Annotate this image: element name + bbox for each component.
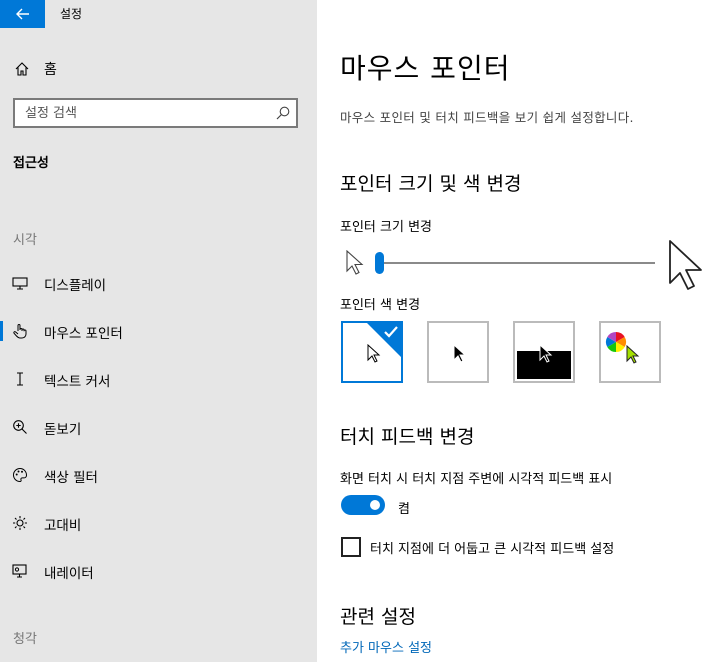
sidebar-item-label: 내레이터 [44,566,94,582]
pointer-size-label: 포인터 크기 변경 [340,220,432,235]
black-cursor-icon [453,344,467,363]
sidebar-item-label: 색상 필터 [44,470,98,486]
color-wheel-icon [605,331,627,353]
group-label-vision: 시각 [13,233,37,248]
group-label-hearing: 청각 [13,632,37,647]
toggle-knob [370,500,380,510]
inverted-cursor-icon [539,344,553,363]
back-arrow-icon [15,8,29,20]
page-title: 마우스 포인터 [340,52,511,85]
sidebar-item-high-contrast[interactable]: 고대비 [0,506,317,540]
search-box[interactable] [13,98,298,128]
narrator-icon [12,564,27,578]
toggle-state-label: 켬 [398,502,410,517]
additional-mouse-settings-link[interactable]: 추가 마우스 설정 [340,637,432,656]
sidebar-item-label: 돋보기 [44,422,82,438]
sidebar-item-label: 디스플레이 [44,278,107,294]
pointer-color-black[interactable] [427,321,489,383]
lime-cursor-icon [626,345,640,364]
sidebar-item-narrator[interactable]: 내레이터 [0,554,317,588]
search-input[interactable] [15,100,275,126]
magnifier-icon [13,420,27,434]
brightness-icon [13,516,27,530]
sidebar-item-mouse-pointer[interactable]: 마우스 포인터 [0,314,317,348]
large-cursor-icon [669,240,702,290]
pointer-section-heading: 포인터 크기 및 색 변경 [340,173,522,195]
sidebar-item-label: 고대비 [44,518,82,534]
app-title: 설정 [60,7,83,21]
monitor-icon [12,277,28,290]
sidebar-item-magnifier[interactable]: 돋보기 [0,410,317,444]
small-cursor-icon [346,250,364,275]
sidebar-item-label: 텍스트 커서 [44,374,111,390]
pointer-color-inverted[interactable] [513,321,575,383]
palette-icon [13,467,28,483]
main-content: 마우스 포인터 마우스 포인터 및 터치 피드백을 보기 쉽게 설정합니다. 포… [317,0,718,662]
back-button[interactable] [0,0,45,28]
pointer-color-custom[interactable] [599,321,661,383]
search-icon[interactable] [276,106,290,120]
home-label: 홈 [44,62,57,78]
touch-feedback-toggle[interactable] [341,495,385,515]
sidebar: 설정 홈 접근성 시각 디스플레이 마우스 포인터 텍스트 커서 [0,0,317,662]
darker-feedback-label[interactable]: 터치 지점에 더 어둡고 큰 시각적 피드백 설정 [370,538,614,557]
slider-track[interactable] [380,262,655,264]
pointer-color-label: 포인터 색 변경 [340,298,421,313]
home-nav-item[interactable]: 홈 [0,55,317,83]
pointer-color-white[interactable] [341,321,403,383]
sidebar-item-display[interactable]: 디스플레이 [0,266,317,300]
touch-feedback-label: 화면 터치 시 터치 지점 주변에 시각적 피드백 표시 [340,472,613,487]
home-icon [15,62,29,76]
sidebar-item-label: 마우스 포인터 [44,326,123,342]
slider-thumb[interactable] [375,252,384,274]
pointer-size-slider[interactable] [340,240,702,290]
sidebar-item-color-filter[interactable]: 색상 필터 [0,458,317,492]
check-icon [384,326,398,338]
text-cursor-icon [17,372,23,386]
hand-pointer-icon [13,324,27,339]
sidebar-item-text-cursor[interactable]: 텍스트 커서 [0,362,317,396]
darker-feedback-checkbox[interactable] [341,537,361,557]
page-description: 마우스 포인터 및 터치 피드백을 보기 쉽게 설정합니다. [340,110,634,125]
section-title: 접근성 [13,156,49,171]
touch-section-heading: 터치 피드백 변경 [340,426,475,448]
related-settings-heading: 관련 설정 [340,606,416,628]
